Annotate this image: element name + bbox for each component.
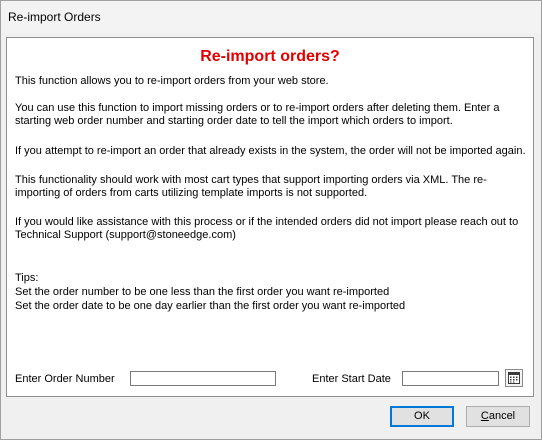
intro-paragraph: This function allows you to re-import or… [15, 75, 329, 87]
cancel-button[interactable]: Cancel [466, 406, 530, 427]
start-date-label: Enter Start Date [312, 373, 391, 385]
duplicate-paragraph: If you attempt to re-import an order tha… [15, 145, 526, 157]
calendar-button[interactable] [505, 369, 523, 387]
order-number-label: Enter Order Number [15, 373, 115, 385]
title-bar[interactable]: Re-import Orders [1, 1, 541, 33]
tips-heading: Tips: [15, 272, 39, 284]
ok-button[interactable]: OK [390, 406, 454, 427]
compatibility-paragraph: This functionality should work with most… [15, 174, 487, 199]
tip-order-date: Set the order date to be one day earlier… [15, 300, 406, 312]
tip-order-number: Set the order number to be one less than… [15, 286, 390, 298]
usage-paragraph: You can use this function to import miss… [15, 102, 500, 127]
start-date-input[interactable] [402, 371, 499, 386]
dialog-heading: Re-import orders? [200, 48, 340, 65]
calendar-icon [508, 372, 520, 384]
info-panel: Re-import orders? This function allows y… [6, 37, 534, 397]
window-title: Re-import Orders [8, 10, 101, 24]
reimport-orders-dialog: Re-import Orders Re-import orders? This … [0, 0, 542, 440]
order-number-input[interactable] [130, 371, 276, 386]
support-paragraph: If you would like assistance with this p… [15, 216, 519, 241]
